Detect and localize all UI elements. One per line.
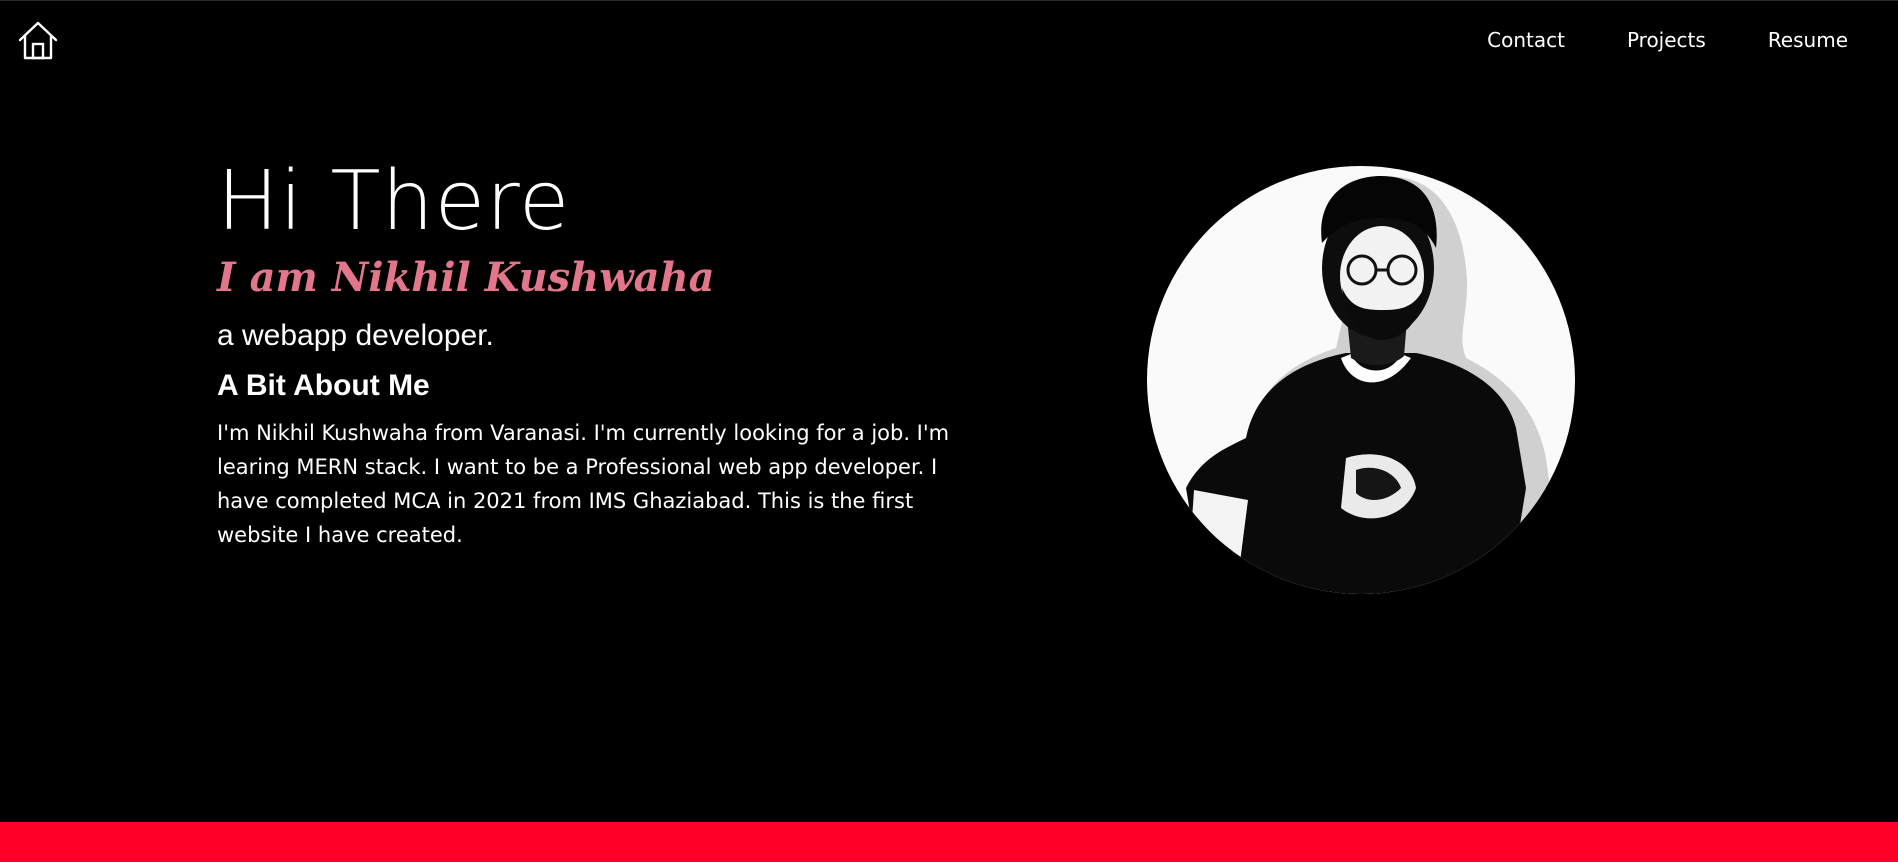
- role-text: a webapp developer.: [217, 319, 494, 352]
- hero-section: Hi There I am Nikhil Kushwaha a webapp d…: [217, 158, 1017, 552]
- nav-projects[interactable]: Projects: [1627, 28, 1706, 52]
- home-icon[interactable]: [17, 20, 59, 62]
- greeting-heading: Hi There: [217, 154, 571, 249]
- footer-bar: [0, 822, 1898, 862]
- about-text: I'm Nikhil Kushwaha from Varanasi. I'm c…: [217, 421, 950, 547]
- nav-resume[interactable]: Resume: [1768, 28, 1848, 52]
- about-title: A Bit About Me: [217, 369, 430, 402]
- profile-portrait: [1147, 166, 1575, 594]
- name-line: I am Nikhil Kushwaha: [217, 254, 715, 301]
- nav-contact[interactable]: Contact: [1487, 28, 1565, 52]
- top-nav: Contact Projects Resume: [1487, 28, 1848, 52]
- top-border: [0, 0, 1898, 1]
